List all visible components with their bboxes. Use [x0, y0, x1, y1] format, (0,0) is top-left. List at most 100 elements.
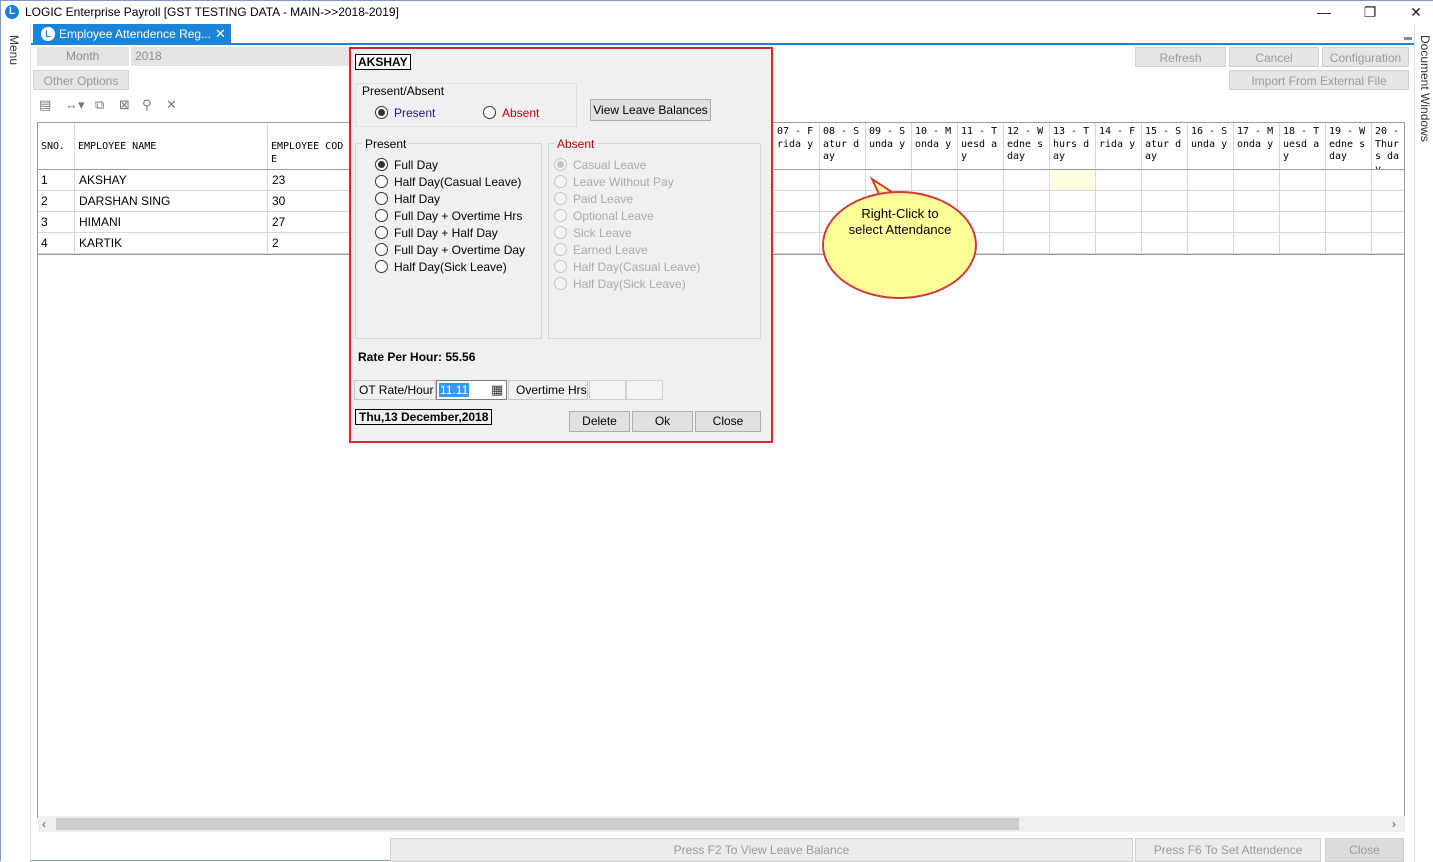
present-radio[interactable]: Present	[375, 105, 435, 121]
delete-button[interactable]: Delete	[569, 411, 630, 432]
day-cell[interactable]	[1142, 233, 1188, 254]
day-cell[interactable]	[1372, 233, 1404, 254]
column-header-day[interactable]: 13 - Thurs day	[1050, 123, 1096, 170]
day-cell[interactable]	[1004, 170, 1050, 191]
column-header-day[interactable]: 12 - Wedne sday	[1004, 123, 1050, 170]
configuration-button[interactable]: Configuration	[1322, 47, 1409, 67]
day-cell[interactable]	[1234, 170, 1280, 191]
day-cell[interactable]	[1372, 191, 1404, 212]
leave-balance-hint-button[interactable]: Press F2 To View Leave Balance	[390, 838, 1133, 862]
column-header-day[interactable]: 08 - Satur day	[820, 123, 866, 170]
day-cell[interactable]	[1372, 170, 1404, 191]
day-cell[interactable]	[1050, 191, 1096, 212]
ok-button[interactable]: Ok	[632, 411, 693, 432]
day-cell[interactable]	[1372, 212, 1404, 233]
close-dialog-button[interactable]: Close	[695, 411, 761, 432]
set-attendance-hint-button[interactable]: Press F6 To Set Attendence	[1135, 838, 1321, 862]
day-cell[interactable]	[1004, 233, 1050, 254]
day-cell[interactable]	[1280, 212, 1326, 233]
day-cell[interactable]	[1280, 233, 1326, 254]
day-cell[interactable]	[958, 191, 1004, 212]
column-header-day[interactable]: 14 - Frida y	[1096, 123, 1142, 170]
day-cell[interactable]	[1188, 212, 1234, 233]
cell-sno[interactable]: 1	[38, 170, 75, 191]
day-cell[interactable]	[1280, 170, 1326, 191]
day-cell[interactable]	[1280, 191, 1326, 212]
cell-employee-code[interactable]: 30	[268, 191, 350, 212]
find-icon[interactable]: ⚲	[142, 97, 152, 113]
menu-sidebar[interactable]: Menu	[1, 23, 31, 862]
day-cell[interactable]	[912, 170, 958, 191]
day-cell[interactable]	[1188, 170, 1234, 191]
copy-icon[interactable]: ⧉	[95, 97, 104, 113]
day-cell[interactable]	[1188, 191, 1234, 212]
day-cell[interactable]	[1326, 191, 1372, 212]
scroll-left-icon[interactable]: ‹	[42, 817, 46, 831]
day-cell[interactable]	[1234, 212, 1280, 233]
minimize-button[interactable]: —	[1304, 1, 1344, 23]
day-cell[interactable]	[1050, 212, 1096, 233]
column-header-day[interactable]: 11 - Tuesd ay	[958, 123, 1004, 170]
day-cell[interactable]	[1326, 212, 1372, 233]
day-cell[interactable]	[1004, 212, 1050, 233]
day-cell[interactable]	[1004, 191, 1050, 212]
column-header-day[interactable]: 20 - Thurs day	[1372, 123, 1404, 170]
option-half-day-sick[interactable]: Half Day(Sick Leave)	[375, 259, 507, 275]
option-full-day-overtime-day[interactable]: Full Day + Overtime Day	[375, 242, 525, 258]
option-full-day-overtime-hrs[interactable]: Full Day + Overtime Hrs	[375, 208, 522, 224]
scroll-right-icon[interactable]: ›	[1392, 817, 1396, 831]
day-cell[interactable]	[774, 170, 820, 191]
day-cell[interactable]	[1234, 191, 1280, 212]
column-header-day[interactable]: 15 - Satur day	[1142, 123, 1188, 170]
day-cell[interactable]	[1234, 233, 1280, 254]
cancel-button[interactable]: Cancel	[1229, 47, 1319, 67]
tab-close-icon[interactable]: ✕	[215, 26, 226, 42]
refresh-button[interactable]: Refresh	[1135, 47, 1226, 67]
export-icon[interactable]: ⊠	[119, 97, 130, 113]
day-cell[interactable]	[774, 233, 820, 254]
ot-rate-input[interactable]: 11.11 ▦	[436, 380, 507, 400]
close-form-button[interactable]: Close	[1325, 838, 1404, 862]
calculator-icon[interactable]: ▦	[491, 382, 503, 398]
cell-employee-name[interactable]: AKSHAY	[75, 170, 268, 191]
day-cell[interactable]	[1142, 212, 1188, 233]
tab-overflow-icon[interactable]	[1404, 37, 1412, 40]
cell-sno[interactable]: 2	[38, 191, 75, 212]
cell-employee-name[interactable]: DARSHAN SING	[75, 191, 268, 212]
tab-employee-attendance[interactable]: L Employee Attendence Reg... ✕	[33, 24, 231, 44]
day-cell[interactable]	[820, 170, 866, 191]
overtime-minutes-input[interactable]	[626, 380, 663, 400]
day-cell[interactable]	[1142, 170, 1188, 191]
option-half-day[interactable]: Half Day	[375, 191, 440, 207]
column-header-day[interactable]: 10 - Monda y	[912, 123, 958, 170]
column-width-icon[interactable]: ↔▾	[65, 97, 85, 113]
restore-button[interactable]: ❐	[1350, 1, 1390, 23]
cell-sno[interactable]: 3	[38, 212, 75, 233]
day-cell[interactable]	[1096, 170, 1142, 191]
overtime-hrs-input[interactable]	[589, 380, 626, 400]
day-cell[interactable]	[1096, 233, 1142, 254]
import-external-file-button[interactable]: Import From External File	[1229, 70, 1409, 90]
view-leave-balances-button[interactable]: View Leave Balances	[590, 99, 711, 121]
column-header-employee-name[interactable]: EMPLOYEE NAME	[75, 123, 268, 170]
other-options-button[interactable]: Other Options	[33, 70, 129, 90]
day-cell[interactable]	[1096, 212, 1142, 233]
day-cell[interactable]	[1142, 191, 1188, 212]
cell-employee-name[interactable]: HIMANI	[75, 212, 268, 233]
year-field[interactable]: 2018	[131, 47, 350, 66]
cell-employee-code[interactable]: 27	[268, 212, 350, 233]
column-header-sno[interactable]: SNO.	[38, 123, 75, 170]
option-full-day[interactable]: Full Day	[375, 157, 438, 173]
horizontal-scrollbar[interactable]: ‹ ›	[38, 816, 1405, 832]
close-window-button[interactable]: ✕	[1396, 1, 1433, 23]
column-header-day[interactable]: 07 - Frida y	[774, 123, 820, 170]
day-cell[interactable]	[958, 170, 1004, 191]
scrollbar-thumb[interactable]	[56, 818, 1019, 830]
column-header-day[interactable]: 16 - Sunda y	[1188, 123, 1234, 170]
cell-employee-name[interactable]: KARTIK	[75, 233, 268, 254]
column-header-day[interactable]: 17 - Monda y	[1234, 123, 1280, 170]
day-cell[interactable]	[1326, 233, 1372, 254]
absent-radio[interactable]: Absent	[483, 105, 539, 121]
day-cell[interactable]	[774, 191, 820, 212]
option-half-day-casual[interactable]: Half Day(Casual Leave)	[375, 174, 521, 190]
